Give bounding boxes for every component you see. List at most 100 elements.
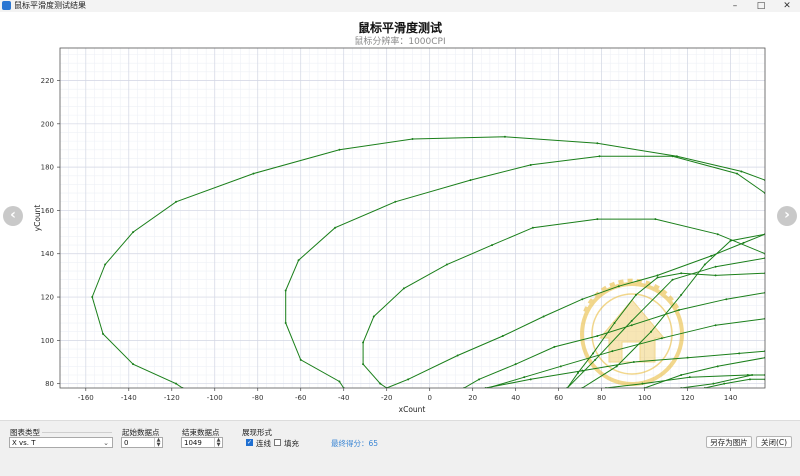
data-point <box>559 365 562 368</box>
data-point <box>338 148 341 151</box>
chevron-right-icon: › <box>784 207 790 223</box>
data-point <box>362 363 365 366</box>
final-score: 最终得分：65 <box>331 439 379 448</box>
data-point <box>523 376 526 379</box>
data-point <box>514 363 517 366</box>
end-point-input[interactable]: 1049 ▲ ▼ <box>181 437 223 448</box>
y-tick-label: 120 <box>41 294 54 302</box>
data-point <box>613 322 616 325</box>
data-point <box>478 378 481 381</box>
data-point <box>503 135 506 138</box>
data-point <box>594 358 597 361</box>
x-tick-label: 40 <box>511 394 520 402</box>
x-tick-label: -120 <box>164 394 180 402</box>
chevron-left-icon: ‹ <box>10 207 16 223</box>
data-point <box>104 263 107 266</box>
data-point <box>379 382 382 385</box>
data-point <box>617 285 620 288</box>
chart-type-value: X vs. T <box>12 439 36 447</box>
chart-subtitle: 鼠标分辨率：1000CPI <box>354 37 446 47</box>
y-tick-label: 80 <box>45 380 54 388</box>
data-point <box>671 155 674 158</box>
data-point <box>630 324 633 327</box>
data-point <box>529 378 532 381</box>
data-point <box>91 296 94 299</box>
data-point <box>252 172 255 175</box>
data-point <box>714 324 717 327</box>
data-point <box>445 263 448 266</box>
data-point <box>680 293 683 296</box>
start-point-value: 0 <box>124 439 129 447</box>
fill-checkbox[interactable] <box>274 439 281 446</box>
data-point <box>132 363 135 366</box>
x-tick-label: -80 <box>252 394 263 402</box>
y-tick-label: 220 <box>41 77 54 85</box>
data-point <box>338 380 341 383</box>
y-axis-label: yCount <box>33 205 42 232</box>
data-point <box>456 354 459 357</box>
data-point <box>723 382 726 385</box>
data-point <box>592 352 595 355</box>
minimize-button[interactable]: – <box>722 0 748 12</box>
data-point <box>729 239 732 242</box>
x-tick-label: -160 <box>78 394 94 402</box>
end-point-spinner[interactable]: ▲ ▼ <box>214 438 222 447</box>
data-point <box>469 179 472 182</box>
data-point <box>334 226 337 229</box>
save-as-image-button[interactable]: 另存为图片 <box>706 436 752 448</box>
data-point <box>714 265 717 268</box>
data-point <box>175 200 178 203</box>
app-icon <box>2 1 11 10</box>
end-point-value: 1049 <box>184 439 202 447</box>
chevron-down-icon: ⌄ <box>103 439 109 447</box>
data-point <box>736 172 739 175</box>
x-tick-label: 140 <box>724 394 737 402</box>
prev-chart-button[interactable]: ‹ <box>3 206 23 226</box>
start-point-spinner[interactable]: ▲ ▼ <box>154 438 162 447</box>
next-chart-button[interactable]: › <box>777 206 797 226</box>
data-point <box>598 155 601 158</box>
data-point <box>686 356 689 359</box>
start-point-input[interactable]: 0 ▲ ▼ <box>121 437 163 448</box>
data-point <box>284 322 287 325</box>
maximize-button[interactable]: □ <box>748 0 774 12</box>
close-window-button[interactable]: ✕ <box>774 0 800 12</box>
data-point <box>491 244 494 247</box>
data-point <box>101 332 104 335</box>
data-point <box>635 293 638 296</box>
display-mode-label: 展现形式 <box>242 428 272 437</box>
data-point <box>615 365 618 368</box>
data-point <box>542 315 545 318</box>
x-tick-label: -40 <box>338 394 349 402</box>
data-point <box>297 259 300 262</box>
data-point <box>680 272 683 275</box>
data-point <box>650 330 653 333</box>
data-point <box>688 376 691 379</box>
data-point <box>596 335 599 338</box>
x-tick-label: 100 <box>638 394 651 402</box>
data-point <box>748 378 751 381</box>
data-point <box>714 274 717 277</box>
chart-type-select[interactable]: X vs. T ⌄ <box>9 437 113 448</box>
data-point <box>581 298 584 301</box>
chart-svg: -160 -140 -120 -100 -80 -60 -40 -20 0 20 40 60 80 100… <box>33 47 766 414</box>
x-tick-label: 120 <box>681 394 694 402</box>
control-panel: 图表类型 X vs. T ⌄ 起始数据点 0 ▲ ▼ 结束数据点 1049 ▲ ▼ … <box>0 420 800 476</box>
data-point <box>742 241 745 244</box>
x-tick-label: 80 <box>597 394 606 402</box>
data-point <box>740 170 743 173</box>
data-point <box>175 382 178 385</box>
group-divider <box>42 432 112 433</box>
x-tick-label: -100 <box>207 394 223 402</box>
x-tick-label: 0 <box>427 394 431 402</box>
data-point <box>725 298 728 301</box>
data-point <box>501 335 504 338</box>
line-checkbox[interactable]: ✓ <box>246 439 253 446</box>
data-point <box>402 287 405 290</box>
data-point <box>751 374 754 377</box>
fill-checkbox-label: 填充 <box>284 439 299 448</box>
close-button[interactable]: 关闭(C) <box>756 436 792 448</box>
data-point <box>712 382 715 385</box>
data-point <box>641 382 644 385</box>
data-point <box>299 358 302 361</box>
